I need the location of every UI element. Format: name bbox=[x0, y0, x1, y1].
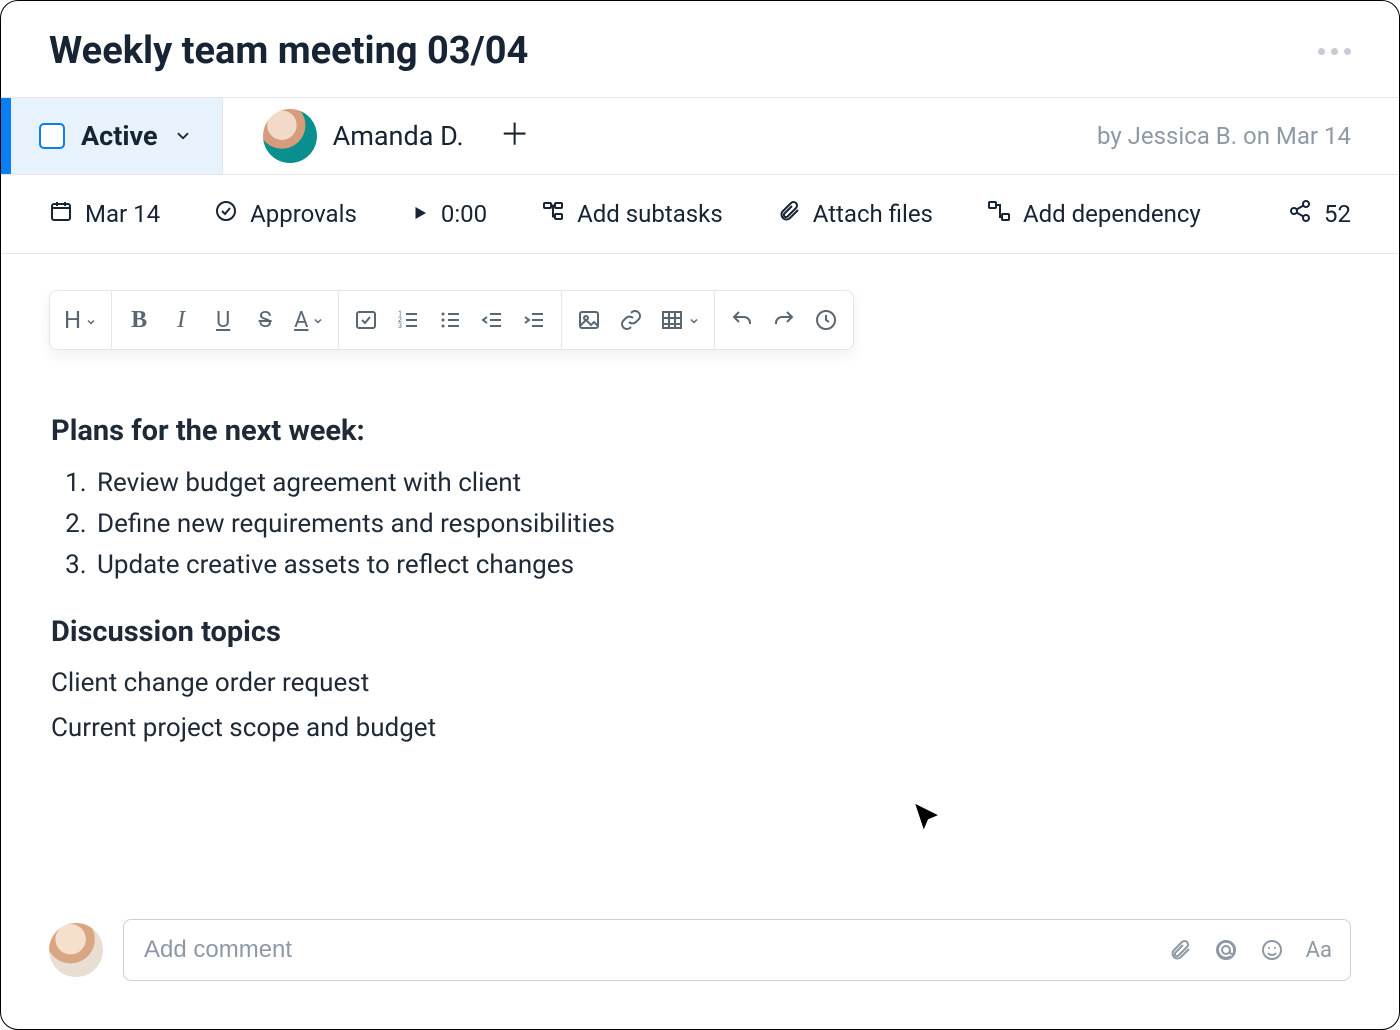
subtasks-icon bbox=[541, 199, 565, 229]
add-dependency-label: Add dependency bbox=[1023, 200, 1201, 228]
comment-input[interactable] bbox=[142, 935, 1150, 965]
due-date-label: Mar 14 bbox=[85, 200, 160, 228]
mention-icon[interactable] bbox=[1214, 938, 1238, 962]
list-item[interactable]: Define new requirements and responsibili… bbox=[93, 505, 1349, 544]
check-circle-icon bbox=[214, 199, 238, 229]
cursor-icon bbox=[911, 801, 945, 839]
more-menu-icon[interactable] bbox=[1318, 48, 1351, 55]
checklist-button[interactable] bbox=[353, 304, 379, 336]
paperclip-icon bbox=[777, 199, 801, 229]
formatting-toggle[interactable]: Aa bbox=[1306, 938, 1332, 963]
add-assignee-button[interactable]: ＋ bbox=[500, 121, 530, 151]
current-user-avatar[interactable] bbox=[49, 923, 103, 977]
chevron-down-icon bbox=[174, 127, 192, 145]
rich-text-toolbar: H B I U S A 123 bbox=[49, 290, 854, 350]
dependency-icon bbox=[987, 199, 1011, 229]
complete-checkbox[interactable] bbox=[39, 123, 65, 149]
underline-button[interactable]: U bbox=[210, 304, 236, 336]
heading-dropdown[interactable]: H bbox=[64, 304, 97, 336]
timer-button[interactable]: 0:00 bbox=[411, 200, 487, 228]
insert-table-button[interactable] bbox=[660, 304, 700, 336]
doc-paragraph[interactable]: Client change order request bbox=[51, 664, 1349, 703]
status-accent-bar bbox=[1, 98, 11, 174]
indent-button[interactable] bbox=[521, 304, 547, 336]
attach-files-button[interactable]: Attach files bbox=[777, 199, 933, 229]
plans-list[interactable]: Review budget agreement with client Defi… bbox=[51, 464, 1349, 585]
timer-value: 0:00 bbox=[441, 200, 487, 228]
insert-image-button[interactable] bbox=[576, 304, 602, 336]
italic-button[interactable]: I bbox=[168, 304, 194, 336]
approvals-button[interactable]: Approvals bbox=[214, 199, 357, 229]
assignee-name[interactable]: Amanda D. bbox=[333, 120, 464, 152]
play-icon bbox=[411, 200, 429, 228]
text-color-button[interactable]: A bbox=[294, 304, 324, 336]
strikethrough-button[interactable]: S bbox=[252, 304, 278, 336]
task-title[interactable]: Weekly team meeting 03/04 bbox=[49, 29, 528, 73]
doc-paragraph[interactable]: Current project scope and budget bbox=[51, 709, 1349, 748]
calendar-icon bbox=[49, 199, 73, 229]
add-subtasks-button[interactable]: Add subtasks bbox=[541, 199, 723, 229]
bullet-list-button[interactable] bbox=[437, 304, 463, 336]
doc-heading-plans[interactable]: Plans for the next week: bbox=[51, 410, 1349, 454]
status-dropdown[interactable]: Active bbox=[11, 98, 223, 174]
attach-icon[interactable] bbox=[1168, 938, 1192, 962]
chevron-down-icon bbox=[688, 308, 700, 333]
due-date-button[interactable]: Mar 14 bbox=[49, 199, 160, 229]
outdent-button[interactable] bbox=[479, 304, 505, 336]
svg-text:3: 3 bbox=[398, 322, 402, 330]
numbered-list-button[interactable]: 123 bbox=[395, 304, 421, 336]
assignee-avatar[interactable] bbox=[263, 109, 317, 163]
insert-link-button[interactable] bbox=[618, 304, 644, 336]
undo-button[interactable] bbox=[729, 304, 755, 336]
emoji-icon[interactable] bbox=[1260, 938, 1284, 962]
add-dependency-button[interactable]: Add dependency bbox=[987, 199, 1201, 229]
comment-box[interactable]: Aa bbox=[123, 919, 1351, 981]
status-label: Active bbox=[81, 120, 158, 152]
list-item[interactable]: Update creative assets to reflect change… bbox=[93, 546, 1349, 585]
share-button[interactable]: 52 bbox=[1288, 199, 1351, 229]
approvals-label: Approvals bbox=[250, 200, 357, 228]
attach-files-label: Attach files bbox=[813, 200, 933, 228]
chevron-down-icon bbox=[85, 306, 97, 334]
chevron-down-icon bbox=[312, 308, 324, 333]
add-subtasks-label: Add subtasks bbox=[577, 200, 723, 228]
created-byline: by Jessica B. on Mar 14 bbox=[1097, 122, 1399, 150]
share-icon bbox=[1288, 199, 1312, 229]
bold-button[interactable]: B bbox=[126, 304, 152, 336]
list-item[interactable]: Review budget agreement with client bbox=[93, 464, 1349, 503]
doc-heading-discussion[interactable]: Discussion topics bbox=[51, 611, 1349, 655]
history-button[interactable] bbox=[813, 304, 839, 336]
document-body[interactable]: Plans for the next week: Review budget a… bbox=[49, 350, 1351, 748]
share-count: 52 bbox=[1324, 200, 1351, 228]
redo-button[interactable] bbox=[771, 304, 797, 336]
